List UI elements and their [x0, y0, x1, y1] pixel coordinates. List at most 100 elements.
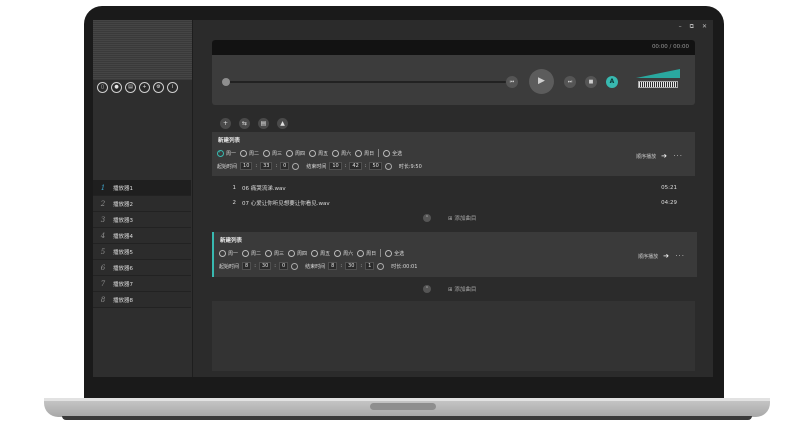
save-icon[interactable]: ▤ — [125, 82, 136, 93]
start-hour-field[interactable]: 10 — [240, 162, 253, 170]
record-icon[interactable]: ● — [111, 82, 122, 93]
restore-icon[interactable]: ⧉ — [690, 23, 694, 31]
playlist-item-7[interactable]: 7 播放器7 — [93, 276, 191, 292]
select-all-label: 全选 — [392, 150, 403, 157]
playlist-label: 播放器4 — [113, 233, 133, 240]
playlist-item-6[interactable]: 6 播放器6 — [93, 260, 191, 276]
weekday-option[interactable]: 周六 — [332, 149, 351, 157]
radio-icon — [332, 149, 340, 157]
playlist-item-3[interactable]: 3 播放器3 — [93, 212, 191, 228]
add-song-button[interactable]: ⊞ 添加曲目 — [448, 214, 476, 222]
close-icon[interactable]: ✕ — [702, 23, 707, 31]
playlist-label: 播放器3 — [113, 217, 133, 224]
schedule-title: 新建列表 — [218, 138, 241, 144]
info-icon[interactable]: i — [167, 82, 178, 93]
add-icon[interactable]: + — [139, 82, 150, 93]
volume-control[interactable] — [636, 69, 680, 89]
divider — [378, 149, 380, 157]
minimize-icon[interactable]: – — [679, 23, 682, 31]
playlist-item-2[interactable]: 2 播放器2 — [93, 196, 191, 212]
volume-level — [636, 69, 680, 78]
eject-icon[interactable]: ▲ — [277, 118, 288, 129]
more-icon[interactable]: ··· — [675, 252, 685, 260]
playlist-item-1[interactable]: 1 播放器1 — [93, 180, 191, 196]
weekday-label: 周一 — [228, 250, 239, 257]
radio-icon — [288, 249, 296, 257]
weekday-option[interactable]: 周日 — [355, 149, 374, 157]
radio-icon — [355, 149, 363, 157]
radio-icon — [240, 149, 248, 157]
progress-handle[interactable] — [222, 78, 230, 86]
start-second-field[interactable]: 0 — [280, 162, 290, 170]
play-mode-button[interactable]: A — [606, 76, 618, 88]
select-all-label: 全选 — [394, 250, 405, 257]
song-duration: 04:29 — [661, 199, 677, 206]
end-minute-field[interactable]: 42 — [349, 162, 362, 170]
settings-icon[interactable]: ⚙ — [153, 82, 164, 93]
playlist-item-5[interactable]: 5 播放器5 — [93, 244, 191, 260]
weekday-option[interactable]: 周六 — [334, 249, 353, 257]
play-order-control[interactable]: 顺序播放 ➔ — [636, 152, 667, 160]
collapse-icon[interactable]: ⌃ — [423, 285, 431, 293]
playlist-label: 播放器1 — [113, 185, 133, 192]
end-hour-field[interactable]: 8 — [328, 262, 338, 270]
radio-icon — [357, 249, 365, 257]
weekday-option[interactable]: 周四 — [286, 149, 305, 157]
radio-icon — [242, 249, 250, 257]
add-song-button[interactable]: ⊞ 添加曲目 — [448, 285, 476, 293]
play-button[interactable]: ▶ — [529, 69, 554, 94]
more-icon[interactable]: ··· — [673, 152, 683, 160]
song-row[interactable]: 1 06 痛哭流涕.wav 05:21 — [212, 180, 695, 195]
select-all-option[interactable]: 全选 — [385, 249, 405, 257]
spinner-icon[interactable] — [384, 162, 392, 170]
play-order-control[interactable]: 顺序播放 ➔ — [638, 252, 669, 260]
radio-icon — [311, 249, 319, 257]
weekday-option[interactable]: 周五 — [309, 149, 329, 157]
add-song-label: 添加曲目 — [454, 287, 477, 293]
weekday-option[interactable]: 周四 — [288, 249, 307, 257]
spinner-icon[interactable] — [377, 262, 385, 270]
playlist-item-4[interactable]: 4 播放器4 — [93, 228, 191, 244]
weekday-label: 周五 — [318, 150, 329, 157]
playlist-item-8[interactable]: 8 播放器8 — [93, 292, 191, 308]
spinner-icon[interactable] — [292, 162, 300, 170]
song-index: 2 — [232, 199, 237, 206]
start-second-field[interactable]: 0 — [278, 262, 289, 270]
end-second-field[interactable]: 50 — [369, 162, 382, 170]
divider — [380, 249, 382, 257]
playlist-label: 播放器6 — [113, 265, 133, 272]
weekday-option[interactable]: 周一 — [217, 149, 236, 157]
playlist-number: 8 — [100, 295, 106, 304]
radio-icon — [385, 249, 393, 257]
weekday-option[interactable]: 周五 — [311, 249, 330, 257]
song-row[interactable]: 2 07 心爱让你听见想要让你看见.wav 04:29 — [212, 195, 695, 210]
song-index: 1 — [232, 184, 237, 191]
list-toolbar: + ⇆ ▤ ▲ — [220, 118, 288, 129]
start-minute-field[interactable]: 30 — [258, 262, 272, 270]
collapse-icon[interactable]: ⌃ — [423, 214, 431, 222]
end-hour-field[interactable]: 10 — [329, 162, 342, 170]
start-minute-field[interactable]: 33 — [260, 162, 273, 170]
spinner-icon[interactable] — [291, 262, 299, 270]
progress-track[interactable] — [226, 81, 506, 83]
stop-button[interactable]: ■ — [585, 76, 597, 88]
weekday-option[interactable]: 周三 — [263, 149, 282, 157]
song-list: 1 06 痛哭流涕.wav 05:21 2 07 心爱让你听见想要让你看见.wa… — [212, 180, 695, 210]
playlist-number: 6 — [100, 263, 106, 272]
weekday-option[interactable]: 周二 — [240, 149, 259, 157]
select-all-option[interactable]: 全选 — [383, 149, 403, 157]
start-hour-field[interactable]: 8 — [242, 262, 252, 270]
weekday-option[interactable]: 周日 — [357, 249, 376, 257]
weekday-option[interactable]: 周三 — [265, 249, 284, 257]
save-list-icon[interactable]: ▤ — [258, 118, 269, 129]
weekday-option[interactable]: 周二 — [242, 249, 261, 257]
end-second-field[interactable]: 1 — [365, 262, 375, 270]
file-icon[interactable]: ▯ — [97, 82, 108, 93]
shuffle-icon[interactable]: ⇆ — [239, 118, 250, 129]
end-minute-field[interactable]: 30 — [345, 262, 358, 270]
next-button[interactable]: ⏭ — [564, 76, 576, 88]
previous-button[interactable]: ⏮ — [506, 76, 518, 88]
weekday-option[interactable]: 周一 — [219, 249, 239, 257]
add-list-icon[interactable]: + — [220, 118, 231, 129]
start-time-label: 起始时间 — [219, 263, 240, 270]
